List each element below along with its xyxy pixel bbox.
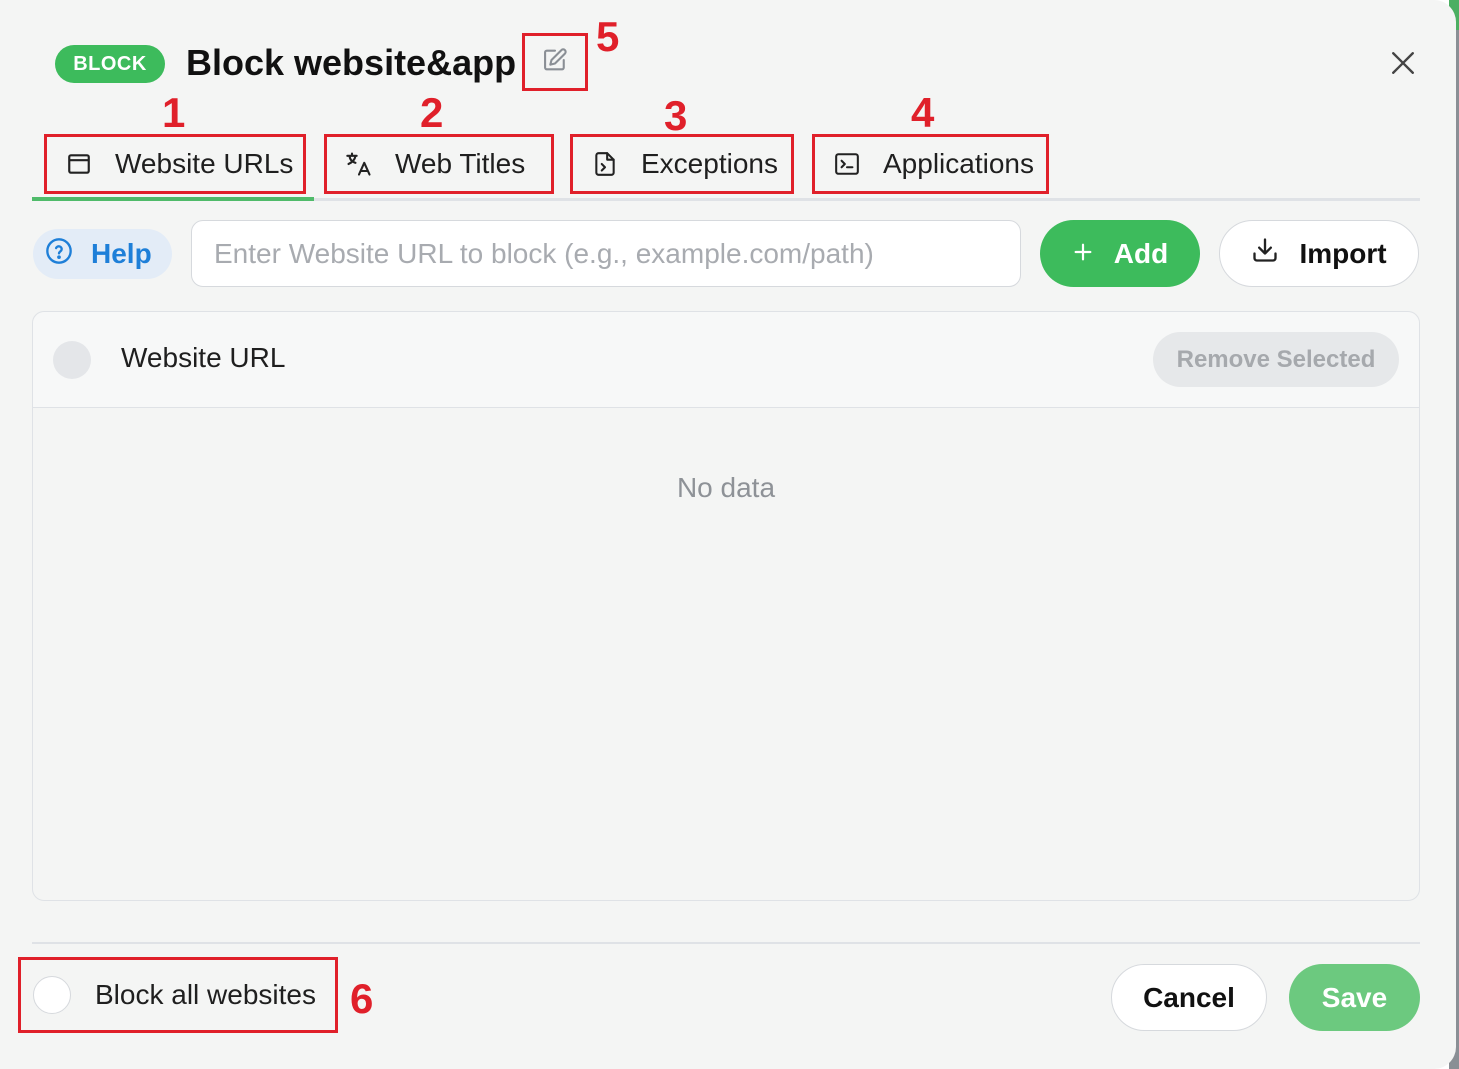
download-icon (1251, 236, 1279, 271)
browser-window-icon (65, 150, 93, 178)
import-label: Import (1299, 237, 1387, 269)
tab-exceptions[interactable]: Exceptions (570, 134, 794, 194)
annotation-3: 3 (664, 92, 688, 139)
block-all-websites-toggle[interactable]: Block all websites (18, 957, 338, 1033)
table-header: Website URL Remove Selected (33, 312, 1419, 408)
tab-applications[interactable]: Applications (812, 134, 1049, 194)
terminal-icon (833, 150, 861, 178)
website-url-table: Website URL Remove Selected No data (32, 311, 1420, 901)
help-label: Help (91, 238, 152, 269)
annotation-5: 5 (596, 13, 620, 60)
select-all-checkbox[interactable] (53, 341, 91, 379)
tab-label: Exceptions (641, 148, 778, 179)
tab-web-titles[interactable]: Web Titles (324, 134, 554, 194)
help-circle-icon (45, 237, 73, 272)
tab-label: Applications (883, 148, 1034, 179)
tab-website-urls[interactable]: Website URLs (44, 134, 306, 194)
add-label: Add (1113, 237, 1169, 269)
save-button[interactable]: Save (1289, 964, 1420, 1031)
annotation-1: 1 (162, 89, 186, 136)
column-header-website-url: Website URL (121, 342, 286, 373)
dialog-title: Block website&app (186, 42, 517, 83)
tab-label: Web Titles (395, 148, 526, 179)
footer-divider (32, 942, 1420, 944)
pencil-edit-icon (541, 46, 569, 79)
edit-title-button[interactable] (522, 33, 588, 91)
cancel-button[interactable]: Cancel (1111, 964, 1267, 1031)
website-url-input[interactable] (191, 220, 1021, 287)
import-button[interactable]: Import (1219, 220, 1419, 287)
help-button[interactable]: Help (33, 229, 172, 279)
annotation-6: 6 (350, 975, 374, 1022)
block-all-checkbox[interactable] (33, 976, 71, 1014)
close-dialog-button[interactable] (1386, 48, 1420, 82)
add-url-button[interactable]: Add (1040, 220, 1200, 287)
tab-label: Website URLs (115, 148, 294, 179)
translate-icon (345, 150, 373, 178)
active-tab-indicator (32, 197, 314, 201)
plus-icon (1072, 238, 1094, 270)
file-export-icon (591, 150, 619, 178)
remove-selected-button[interactable]: Remove Selected (1153, 332, 1399, 387)
block-all-label: Block all websites (95, 979, 316, 1010)
rule-type-badge: BLOCK (55, 45, 165, 83)
close-icon (1390, 50, 1416, 81)
annotation-4: 4 (911, 89, 935, 136)
annotation-2: 2 (420, 89, 444, 136)
empty-state-text: No data (676, 472, 776, 503)
block-rule-dialog: BLOCK Block website&app 5 1 2 3 4 Websit… (0, 0, 1456, 1069)
